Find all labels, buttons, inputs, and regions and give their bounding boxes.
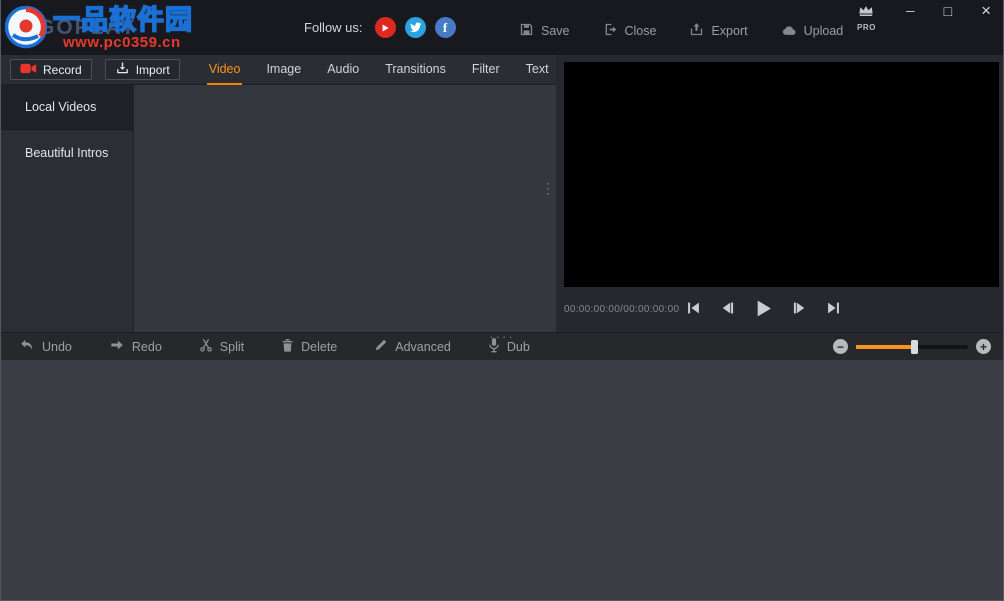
tab-audio[interactable]: Audio: [325, 55, 361, 85]
export-icon: [689, 22, 704, 40]
video-preview-screen: [564, 62, 999, 287]
tab-transitions[interactable]: Transitions: [383, 55, 448, 85]
export-button[interactable]: Export: [689, 22, 747, 40]
media-library-column: Record Import Video Image Audio Transiti…: [1, 55, 556, 332]
undo-button[interactable]: Undo: [19, 338, 72, 355]
scissors-icon: [199, 338, 213, 355]
prev-frame-button[interactable]: [718, 299, 737, 320]
tab-text[interactable]: Text: [524, 55, 551, 85]
skip-start-icon: [686, 301, 701, 318]
zoom-slider-handle[interactable]: [911, 340, 918, 354]
media-list-panel: ⋮: [134, 85, 556, 332]
close-window-button[interactable]: ×: [979, 2, 993, 20]
workspace: Record Import Video Image Audio Transiti…: [1, 55, 1003, 332]
save-button[interactable]: Save: [519, 22, 570, 40]
window-controls: ─ □ ×: [904, 2, 993, 20]
media-toolbar: Record Import Video Image Audio Transiti…: [1, 55, 556, 85]
pro-badge[interactable]: PRO: [857, 4, 876, 32]
sidebar-item-local-videos[interactable]: Local Videos: [1, 85, 133, 130]
undo-icon: [19, 338, 35, 355]
prev-frame-icon: [720, 301, 735, 318]
watermark-title: 一品软件园: [53, 6, 193, 34]
tab-video[interactable]: Video: [207, 55, 243, 85]
media-content: Local Videos Beautiful Intros ⋮: [1, 85, 556, 332]
import-button[interactable]: Import: [105, 59, 180, 80]
follow-us: Follow us: f: [304, 0, 456, 55]
twitter-icon[interactable]: [405, 17, 426, 38]
save-icon: [519, 22, 534, 40]
play-icon: [754, 299, 773, 321]
panel-drag-handle[interactable]: ⋮: [541, 181, 555, 195]
panel-resize-handle[interactable]: ····: [489, 329, 514, 344]
pencil-icon: [374, 338, 388, 355]
crown-icon: [858, 4, 874, 22]
redo-button[interactable]: Redo: [109, 338, 162, 355]
header-actions: Save Close Export Upload: [519, 0, 843, 55]
timecode: 00:00:00:00/00:00:00:00: [564, 304, 679, 315]
upload-button[interactable]: Upload: [781, 23, 844, 40]
timeline-zoom: − +: [833, 339, 991, 354]
tab-image[interactable]: Image: [264, 55, 303, 85]
timeline-toolbar: ···· Undo Redo Split Delete: [1, 332, 1003, 360]
zoom-slider[interactable]: [856, 345, 968, 349]
video-editor-app: GOPLAY 一品软件园 www.pc0359.cn Follow us:: [0, 0, 1004, 601]
timeline-area[interactable]: [1, 360, 1003, 600]
play-button[interactable]: [752, 297, 775, 323]
media-tabs: Video Image Audio Transitions Filter Tex…: [207, 55, 616, 84]
maximize-button[interactable]: □: [942, 2, 954, 20]
zoom-in-button[interactable]: +: [976, 339, 991, 354]
preview-panel: 00:00:00:00/00:00:00:00: [556, 55, 1003, 332]
zoom-out-button[interactable]: −: [833, 339, 848, 354]
record-camera-icon: [20, 62, 37, 78]
site-watermark: 一品软件园 www.pc0359.cn: [3, 4, 193, 55]
record-button[interactable]: Record: [10, 59, 92, 80]
next-frame-icon: [792, 301, 807, 318]
tab-filter[interactable]: Filter: [470, 55, 502, 85]
media-sidebar: Local Videos Beautiful Intros: [1, 85, 134, 332]
cloud-upload-icon: [781, 23, 797, 40]
title-bar: GOPLAY 一品软件园 www.pc0359.cn Follow us:: [1, 0, 1003, 55]
minimize-button[interactable]: ─: [904, 2, 917, 20]
follow-us-label: Follow us:: [304, 20, 363, 35]
import-icon: [115, 61, 130, 78]
advanced-button[interactable]: Advanced: [374, 338, 451, 355]
zoom-slider-fill: [856, 345, 914, 349]
sidebar-item-beautiful-intros[interactable]: Beautiful Intros: [1, 130, 133, 175]
skip-start-button[interactable]: [684, 299, 703, 320]
redo-icon: [109, 338, 125, 355]
facebook-icon[interactable]: f: [435, 17, 456, 38]
skip-end-button[interactable]: [824, 299, 843, 320]
watermark-url: www.pc0359.cn: [63, 34, 193, 51]
split-button[interactable]: Split: [199, 338, 244, 355]
pro-label: PRO: [857, 23, 876, 32]
next-frame-button[interactable]: [790, 299, 809, 320]
playback-controls: [684, 287, 843, 332]
preview-controls: 00:00:00:00/00:00:00:00: [556, 287, 1003, 332]
exit-icon: [603, 22, 618, 40]
delete-button[interactable]: Delete: [281, 338, 337, 356]
watermark-text: 一品软件园 www.pc0359.cn: [53, 6, 193, 51]
watermark-emblem-icon: [3, 4, 49, 55]
trash-icon: [281, 338, 294, 356]
youtube-icon[interactable]: [375, 17, 396, 38]
close-project-button[interactable]: Close: [603, 22, 657, 40]
skip-end-icon: [826, 301, 841, 318]
